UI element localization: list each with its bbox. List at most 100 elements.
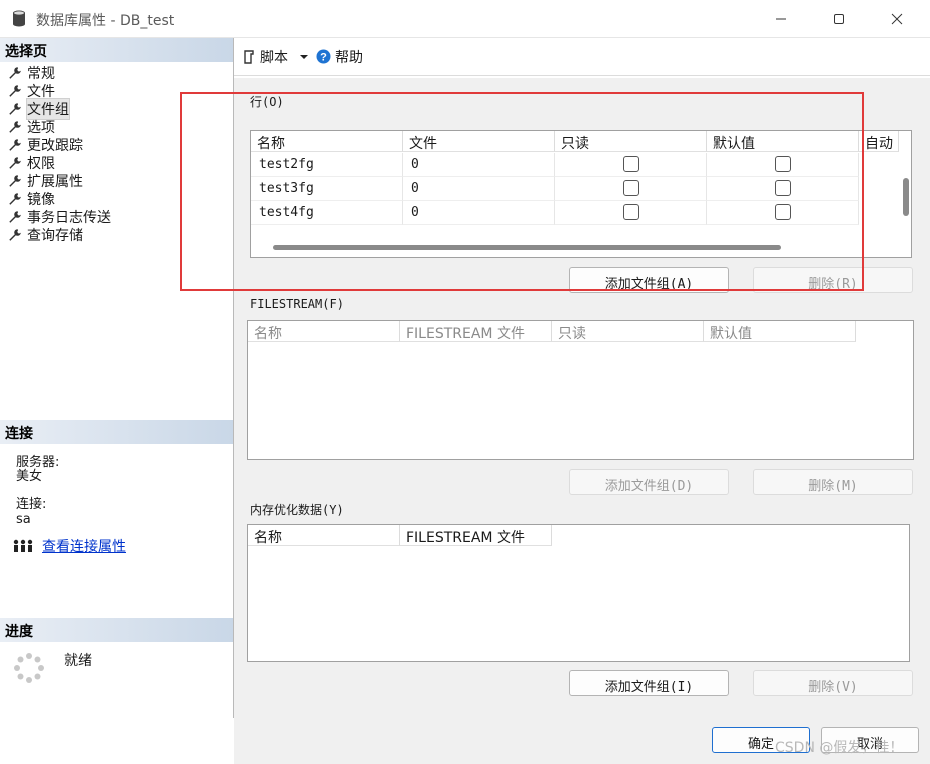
add-filegroup-filestream-button[interactable]: 添加文件组(D) [569, 469, 729, 495]
nav-item-query-store[interactable]: 查询存储 [0, 226, 233, 244]
nav-item-label: 权限 [27, 156, 55, 172]
connection-header: 连接 [0, 420, 233, 444]
readonly-checkbox[interactable] [622, 156, 639, 172]
nav-item-label: 文件 [27, 84, 55, 100]
svg-text:?: ? [320, 52, 327, 64]
rows-group-label: 行(O) [250, 95, 284, 109]
nav-item-label: 镜像 [27, 192, 55, 208]
server-value: 美女 [16, 469, 43, 484]
help-icon: ? [316, 49, 331, 64]
nav-item-filegroups[interactable]: 文件组 [0, 98, 233, 120]
vertical-scrollbar[interactable] [903, 178, 909, 216]
cell-default [707, 177, 859, 201]
wrench-icon [9, 211, 21, 223]
chevron-down-icon[interactable] [298, 52, 310, 62]
remove-filegroup-memory-button[interactable]: 删除(V) [753, 670, 913, 696]
filestream-filegroup-grid: 名称 FILESTREAM 文件 只读 默认值 [247, 320, 914, 460]
page-nav-list: 常规 文件 文件组 选项 更改跟踪 权限 扩展属性 镜像 事务日志传送 查询存储 [0, 64, 233, 244]
default-checkbox[interactable] [774, 204, 791, 220]
wrench-icon [9, 229, 21, 241]
default-checkbox[interactable] [774, 180, 791, 196]
cell-default [707, 153, 859, 177]
nav-item-label: 常规 [27, 66, 55, 82]
memory-optimized-group-label: 内存优化数据(Y) [250, 503, 344, 517]
add-filegroup-memory-button[interactable]: 添加文件组(I) [569, 670, 729, 696]
cell-files: 0 [403, 201, 555, 225]
column-header-default: 默认值 [704, 321, 856, 342]
view-connection-properties-link[interactable]: 查看连接属性 [42, 536, 126, 556]
nav-item-label: 事务日志传送 [27, 210, 111, 226]
nav-item-general[interactable]: 常规 [0, 64, 233, 82]
table-row[interactable]: test3fg 0 [251, 177, 859, 201]
column-header-filestream-files: FILESTREAM 文件 [400, 321, 552, 342]
nav-item-label: 更改跟踪 [27, 138, 83, 154]
wrench-icon [9, 193, 21, 205]
nav-item-change-tracking[interactable]: 更改跟踪 [0, 136, 233, 154]
column-header-name: 名称 [251, 131, 403, 152]
readonly-checkbox[interactable] [622, 180, 639, 196]
close-icon [891, 13, 903, 25]
cell-name[interactable]: test4fg [251, 201, 403, 225]
watermark: CSDN @假发，桂！ [775, 740, 904, 756]
nav-item-log-shipping[interactable]: 事务日志传送 [0, 208, 233, 226]
horizontal-scrollbar[interactable] [273, 245, 781, 250]
cell-files: 0 [403, 153, 555, 177]
wrench-icon [9, 103, 21, 115]
wrench-icon [9, 157, 21, 169]
cell-default [707, 201, 859, 225]
help-label: 帮助 [335, 49, 363, 66]
column-header-name: 名称 [248, 525, 400, 546]
progress-spinner-icon [14, 653, 44, 683]
remove-filegroup-filestream-button[interactable]: 删除(M) [753, 469, 913, 495]
nav-item-label: 扩展属性 [27, 174, 83, 190]
column-header-readonly: 只读 [552, 321, 704, 342]
add-filegroup-rows-button[interactable]: 添加文件组(A) [569, 267, 729, 293]
script-label: 脚本 [260, 49, 288, 66]
nav-item-files[interactable]: 文件 [0, 82, 233, 100]
cell-name[interactable]: test3fg [251, 177, 403, 201]
title-bar: 数据库属性 - DB_test [0, 0, 930, 38]
grid-header: 名称 文件 只读 默认值 自动 [251, 131, 899, 152]
cell-readonly [555, 201, 707, 225]
maximize-icon [834, 14, 844, 24]
minimize-icon [776, 18, 786, 20]
database-icon [13, 10, 25, 27]
select-page-header: 选择页 [0, 38, 233, 62]
nav-item-permissions[interactable]: 权限 [0, 154, 233, 172]
window-title: 数据库属性 - DB_test [36, 13, 175, 29]
connection-label: 连接: [16, 497, 47, 512]
script-button[interactable]: 脚本 [242, 47, 288, 67]
wrench-icon [9, 85, 21, 97]
close-button[interactable] [874, 0, 920, 38]
cell-name[interactable]: test2fg [251, 153, 403, 177]
nav-item-options[interactable]: 选项 [0, 118, 233, 136]
grid-header: 名称 FILESTREAM 文件 [248, 525, 552, 546]
maximize-button[interactable] [816, 0, 862, 38]
minimize-button[interactable] [758, 0, 804, 38]
wrench-icon [9, 175, 21, 187]
remove-filegroup-rows-button[interactable]: 删除(R) [753, 267, 913, 293]
table-row[interactable]: test4fg 0 [251, 201, 859, 225]
nav-item-label: 查询存储 [27, 228, 83, 244]
readonly-checkbox[interactable] [622, 204, 639, 220]
left-panel: 选择页 常规 文件 文件组 选项 更改跟踪 权限 扩展属性 镜像 事务日志传送 … [0, 38, 234, 718]
script-icon [244, 49, 254, 64]
column-header-readonly: 只读 [555, 131, 707, 152]
nav-item-extended-properties[interactable]: 扩展属性 [0, 172, 233, 190]
filestream-group-label: FILESTREAM(F) [250, 297, 344, 311]
progress-header: 进度 [0, 618, 233, 642]
table-row[interactable]: test2fg 0 [251, 153, 859, 177]
grid-header: 名称 FILESTREAM 文件 只读 默认值 [248, 321, 856, 342]
column-header-name: 名称 [248, 321, 400, 342]
nav-item-mirroring[interactable]: 镜像 [0, 190, 233, 208]
server-label: 服务器: [16, 455, 60, 470]
column-header-filestream-files: FILESTREAM 文件 [400, 525, 552, 546]
progress-status: 就绪 [64, 653, 92, 669]
column-header-autogrow: 自动 [859, 131, 899, 152]
rows-filegroup-grid: 名称 文件 只读 默认值 自动 test2fg 0 test3fg 0 test… [250, 130, 912, 258]
wrench-icon [9, 121, 21, 133]
cell-readonly [555, 153, 707, 177]
default-checkbox[interactable] [774, 156, 791, 172]
column-header-files: 文件 [403, 131, 555, 152]
help-button[interactable]: ? 帮助 [316, 47, 363, 67]
